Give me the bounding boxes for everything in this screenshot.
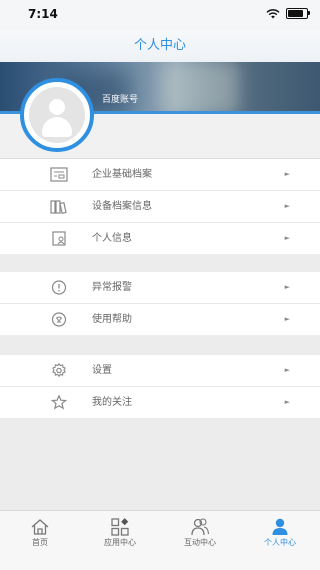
tab-label: 互动中心 (184, 538, 216, 547)
gear-icon (52, 363, 66, 378)
help-icon (51, 312, 67, 327)
menu-item-favorites[interactable]: 我的关注 ► (0, 387, 320, 418)
tab-home[interactable]: 首页 (0, 511, 80, 570)
menu-item-personal-info[interactable]: 个人信息 ► (0, 223, 320, 254)
people-icon (191, 518, 210, 536)
chevron-right-icon: ► (284, 170, 290, 178)
page-title: 个人中心 (133, 38, 186, 53)
status-time: 7:14 (28, 7, 58, 21)
menu-group-preferences: 设置 ► 我的关注 ► (0, 355, 320, 418)
chevron-right-icon: ► (284, 234, 290, 242)
menu-item-label: 我的关注 (92, 397, 132, 408)
nav-bar: 个人中心 (0, 30, 320, 62)
chevron-right-icon: ► (284, 202, 290, 210)
menu-item-settings[interactable]: 设置 ► (0, 355, 320, 387)
menu-group-records: 企业基础档案 ► 设备档案信息 ► 个人信息 ► (0, 158, 320, 254)
menu-item-label: 个人信息 (92, 233, 132, 244)
tab-label: 首页 (32, 538, 48, 547)
status-icons (266, 8, 310, 19)
avatar[interactable] (20, 78, 94, 152)
menu-item-label: 异常报警 (92, 282, 132, 293)
tab-label: 应用中心 (104, 538, 136, 547)
empty-area (0, 418, 320, 510)
tab-bar: 首页 应用中心 互动中心 个人中心 (0, 510, 320, 570)
chevron-right-icon: ► (284, 366, 290, 374)
home-icon (31, 519, 49, 535)
account-label[interactable]: 百度账号 (102, 92, 138, 105)
profile-card-icon (52, 231, 66, 246)
menu-item-help[interactable]: 使用帮助 ► (0, 304, 320, 335)
status-bar: 7:14 (0, 0, 320, 30)
wifi-icon (266, 8, 280, 18)
tab-interaction[interactable]: 互动中心 (160, 511, 240, 570)
star-icon (50, 395, 68, 410)
menu-item-device-records[interactable]: 设备档案信息 ► (0, 191, 320, 223)
chevron-right-icon: ► (284, 315, 290, 323)
alert-icon (51, 280, 67, 295)
person-icon (272, 518, 288, 535)
chevron-right-icon: ► (284, 283, 290, 291)
menu-item-label: 设备档案信息 (92, 201, 152, 212)
menu-item-label: 使用帮助 (92, 314, 132, 325)
menu-group-support: 异常报警 ► 使用帮助 ► (0, 272, 320, 335)
books-icon (50, 200, 67, 214)
menu-item-label: 设置 (92, 365, 112, 376)
avatar-placeholder-icon (29, 87, 85, 143)
tab-label: 个人中心 (264, 538, 296, 547)
apps-icon (111, 518, 129, 536)
document-icon (50, 167, 68, 182)
menu-item-enterprise-records[interactable]: 企业基础档案 ► (0, 159, 320, 191)
menu-item-alerts[interactable]: 异常报警 ► (0, 272, 320, 304)
tab-apps[interactable]: 应用中心 (80, 511, 160, 570)
menu-item-label: 企业基础档案 (92, 169, 152, 180)
tab-profile[interactable]: 个人中心 (240, 511, 320, 570)
battery-icon (286, 8, 310, 19)
chevron-right-icon: ► (284, 398, 290, 406)
